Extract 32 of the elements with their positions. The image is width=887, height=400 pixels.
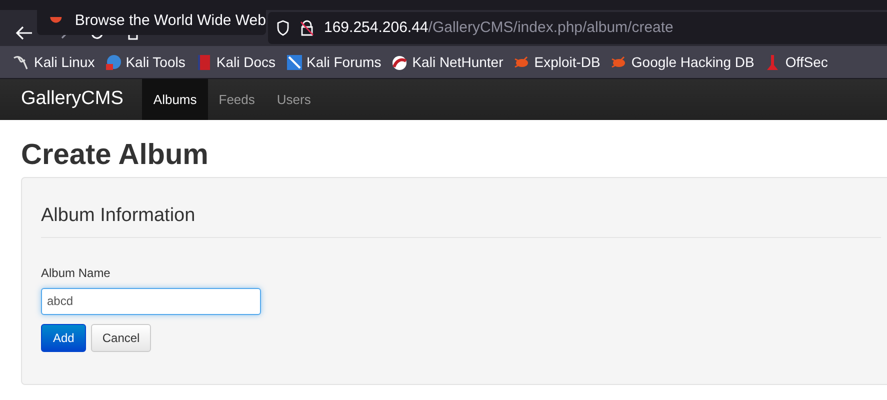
cancel-button[interactable]: Cancel — [91, 324, 151, 352]
field-label: Album Name — [41, 264, 112, 282]
bookmark-link[interactable]: Google Hacking DB — [631, 52, 754, 72]
bookmark-link[interactable]: Exploit-DB — [534, 52, 600, 72]
bookmark-link[interactable]: Kali Tools — [126, 52, 186, 72]
dragon-icon — [13, 54, 30, 70]
bookmark-link[interactable]: Kali Forums — [306, 52, 382, 72]
book-icon — [195, 54, 212, 70]
nav-tab[interactable]: Feeds — [208, 79, 266, 120]
bookmark-link[interactable]: Kali Docs — [216, 52, 276, 72]
bug-icon — [513, 54, 530, 70]
form-legend: Album Information — [41, 202, 881, 238]
nav-tab[interactable]: Users — [266, 79, 322, 120]
add-button[interactable]: Add — [41, 324, 86, 352]
album-name-field[interactable]: abcd — [41, 288, 261, 314]
logo-icon — [104, 54, 122, 70]
bug-icon — [610, 54, 628, 70]
back-icon[interactable] — [15, 25, 33, 41]
bookmark-link[interactable]: Kali Linux — [34, 52, 95, 72]
logo-icon — [391, 54, 408, 70]
address-bar[interactable]: 169.254.206.44/GalleryCMS/index.php/album/create — [268, 12, 887, 44]
url-path: /GalleryCMS/index.php/album/create — [428, 18, 674, 38]
tooltip-text: Browse the World Wide Web — [74, 12, 266, 29]
url-host: 169.254.206.44 — [324, 18, 428, 38]
logo-icon — [286, 54, 303, 70]
crossed-lock-icon[interactable] — [300, 20, 314, 36]
brand-link[interactable]: GalleryCMS — [21, 85, 124, 114]
bookmark-link[interactable]: OffSec — [785, 52, 828, 72]
bookmark-link[interactable]: Kali NetHunter — [412, 52, 504, 72]
shield-icon[interactable] — [276, 20, 290, 36]
nav-tab[interactable]: Albums — [142, 79, 208, 120]
page-heading: Create Album — [21, 138, 210, 173]
